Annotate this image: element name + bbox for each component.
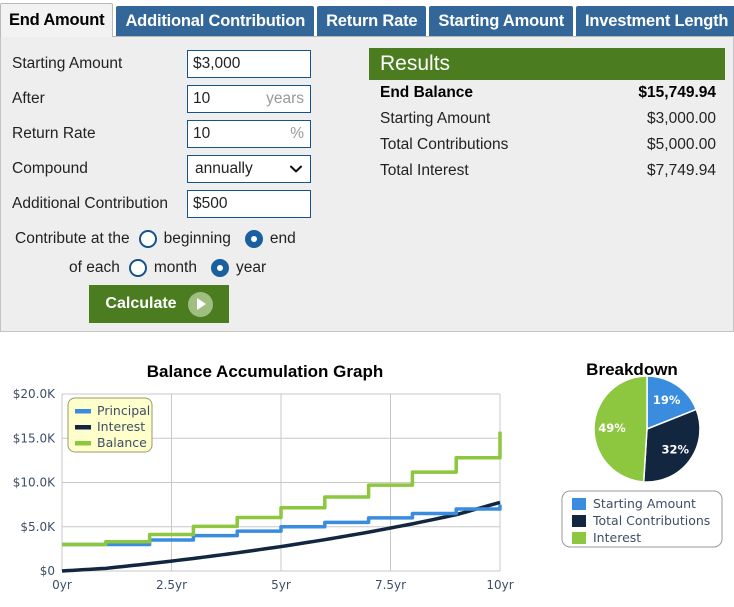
result-row-starting-amount: Starting Amount $3,000.00 [369, 106, 725, 132]
compound-label: Compound [12, 160, 88, 177]
tab-bar: End Amount Additional Contribution Retur… [0, 0, 734, 37]
svg-text:49%: 49% [598, 421, 626, 435]
breakdown-pie-chart[interactable]: 19% 32% 49% Starting Amount Total Contributi… [530, 336, 734, 607]
result-value: $3,000.00 [647, 110, 716, 127]
starting-amount-value: $3,000 [193, 55, 241, 72]
radio-year[interactable] [210, 259, 229, 277]
results-panel: Results End Balance $15,749.94 Starting … [369, 48, 725, 184]
additional-contribution-label: Additional Contribution [12, 195, 168, 212]
field-row-additional-contribution: Additional Contribution $500 [12, 188, 352, 220]
radio-beginning[interactable] [138, 230, 157, 248]
svg-text:$15.0K: $15.0K [13, 431, 56, 445]
tab-investment-length[interactable]: Investment Length [576, 6, 734, 37]
balance-accumulation-graph[interactable]: $0 $5.0K $10.0K $15.0K $20.0K 0yr 2.5yr 5yr 7.5y… [0, 336, 530, 607]
compound-value: annually [195, 160, 253, 177]
svg-text:19%: 19% [653, 393, 681, 407]
svg-text:Interest: Interest [593, 530, 641, 545]
radio-month[interactable] [128, 259, 147, 277]
radio-end-label: end [269, 230, 296, 247]
svg-text:Balance: Balance [97, 435, 147, 450]
result-key: End Balance [380, 84, 474, 101]
result-row-total-contributions: Total Contributions $5,000.00 [369, 132, 725, 158]
result-value: $7,749.94 [647, 162, 716, 179]
contribute-period-row: of each month year [69, 254, 266, 282]
calculator-panel: Starting Amount $3,000 After 10 years Re… [0, 36, 734, 332]
svg-text:$10.0K: $10.0K [13, 476, 56, 490]
tab-label: Starting Amount [438, 12, 565, 30]
tab-label: End Amount [9, 11, 105, 29]
starting-amount-input[interactable]: $3,000 [187, 50, 311, 78]
field-row-after: After 10 years [12, 83, 352, 115]
additional-contribution-value: $500 [193, 195, 228, 212]
svg-text:7.5yr: 7.5yr [375, 578, 406, 592]
after-value: 10 [193, 90, 211, 107]
tab-starting-amount[interactable]: Starting Amount [429, 6, 574, 37]
chevron-down-icon [289, 165, 303, 173]
return-rate-input[interactable]: 10 % [187, 120, 311, 148]
contribute-period-label: of each [69, 259, 120, 276]
tab-additional-contribution[interactable]: Additional Contribution [116, 6, 315, 37]
radio-end[interactable] [244, 230, 263, 248]
svg-text:2.5yr: 2.5yr [156, 578, 187, 592]
results-heading: Results [369, 48, 725, 80]
tab-label: Return Rate [326, 12, 418, 30]
svg-text:Starting Amount: Starting Amount [593, 496, 696, 511]
compound-select[interactable]: annually [187, 155, 311, 183]
return-rate-unit: % [290, 125, 304, 142]
svg-text:Interest: Interest [97, 419, 145, 434]
field-row-compound: Compound annually [12, 153, 352, 185]
tab-label: Additional Contribution [125, 12, 306, 30]
contribute-timing-label: Contribute at the [15, 230, 130, 247]
after-unit: years [266, 90, 304, 107]
result-key: Starting Amount [380, 110, 491, 127]
return-rate-value: 10 [193, 125, 211, 142]
svg-text:$5.0K: $5.0K [20, 520, 56, 534]
result-value: $15,749.94 [638, 84, 716, 101]
play-icon [187, 291, 213, 317]
tab-end-amount[interactable]: End Amount [0, 3, 114, 37]
radio-month-label: month [153, 259, 197, 276]
calculator-form: Starting Amount $3,000 After 10 years Re… [1, 37, 361, 331]
tab-return-rate[interactable]: Return Rate [317, 6, 427, 37]
result-row-end-balance: End Balance $15,749.94 [369, 80, 725, 106]
svg-text:10yr: 10yr [486, 578, 513, 592]
svg-text:$20.0K: $20.0K [13, 387, 56, 401]
return-rate-label: Return Rate [12, 125, 96, 142]
radio-year-label: year [235, 259, 267, 276]
calculate-button-label: Calculate [105, 295, 177, 312]
charts-area: Balance Accumulation Graph Breakdown $0 $… [0, 336, 734, 607]
additional-contribution-input[interactable]: $500 [187, 190, 311, 218]
svg-text:32%: 32% [662, 443, 690, 457]
results-heading-label: Results [380, 52, 451, 75]
contribute-timing-row: Contribute at the beginning end [15, 225, 296, 253]
after-label: After [12, 90, 45, 107]
field-row-starting-amount: Starting Amount $3,000 [12, 48, 352, 80]
result-key: Total Contributions [380, 136, 509, 153]
starting-amount-label: Starting Amount [12, 55, 123, 72]
svg-text:Principal: Principal [97, 403, 150, 418]
calculate-button[interactable]: Calculate [89, 285, 229, 323]
after-input[interactable]: 10 years [187, 85, 311, 113]
field-row-return-rate: Return Rate 10 % [12, 118, 352, 150]
svg-text:0yr: 0yr [52, 578, 72, 592]
svg-text:5yr: 5yr [271, 578, 291, 592]
tab-label: Investment Length [585, 12, 729, 30]
radio-beginning-label: beginning [163, 230, 231, 247]
result-key: Total Interest [380, 162, 469, 179]
svg-text:$0: $0 [40, 564, 55, 578]
result-row-total-interest: Total Interest $7,749.94 [369, 158, 725, 184]
result-value: $5,000.00 [647, 136, 716, 153]
svg-text:Total Contributions: Total Contributions [592, 513, 710, 528]
